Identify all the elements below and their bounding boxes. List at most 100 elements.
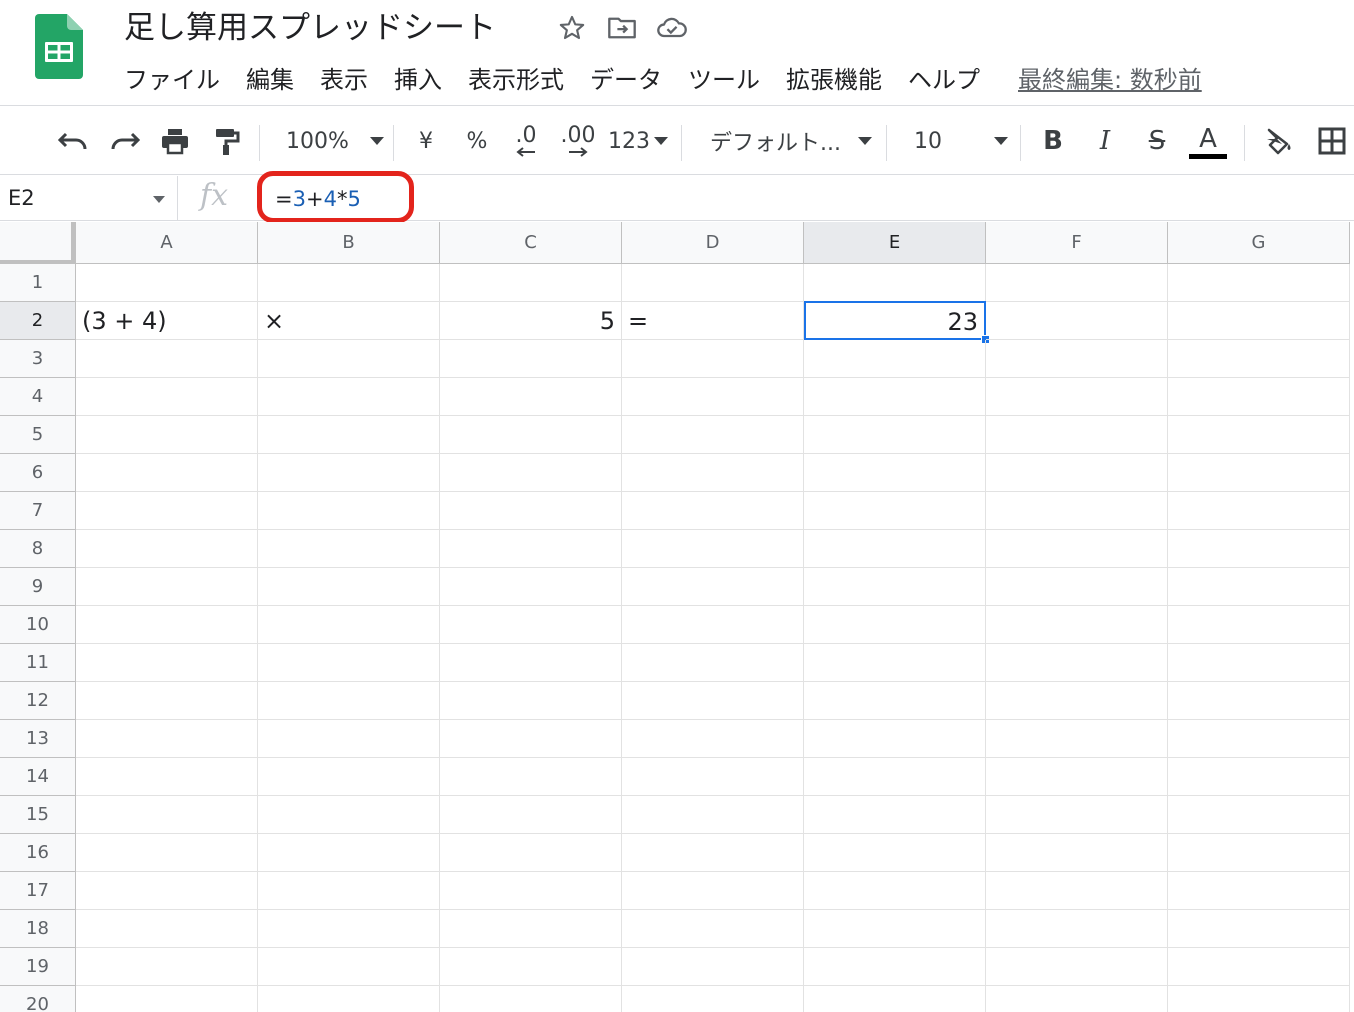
cell-g9[interactable]: [1168, 568, 1350, 606]
cell-a6[interactable]: [76, 454, 258, 492]
cell-e11[interactable]: [804, 644, 986, 682]
cell-d9[interactable]: [622, 568, 804, 606]
cell-f12[interactable]: [986, 682, 1168, 720]
cell-a9[interactable]: [76, 568, 258, 606]
cell-g17[interactable]: [1168, 872, 1350, 910]
cell-d18[interactable]: [622, 910, 804, 948]
cell-c6[interactable]: [440, 454, 622, 492]
last-edit-link[interactable]: 最終編集: 数秒前: [1018, 60, 1202, 100]
document-title[interactable]: 足し算用スプレッドシート: [124, 6, 496, 50]
menu-extensions[interactable]: 拡張機能: [786, 60, 882, 100]
cell-d16[interactable]: [622, 834, 804, 872]
cell-g13[interactable]: [1168, 720, 1350, 758]
cell-a10[interactable]: [76, 606, 258, 644]
cell-a4[interactable]: [76, 378, 258, 416]
borders-icon[interactable]: [1314, 121, 1350, 161]
cell-b3[interactable]: [258, 340, 440, 378]
row-header-11[interactable]: 11: [0, 644, 76, 682]
row-header-7[interactable]: 7: [0, 492, 76, 530]
cell-g5[interactable]: [1168, 416, 1350, 454]
cell-c20[interactable]: [440, 986, 622, 1012]
cell-g20[interactable]: [1168, 986, 1350, 1012]
select-all-corner[interactable]: [0, 222, 76, 264]
move-folder-icon[interactable]: [606, 12, 638, 44]
currency-format-button[interactable]: ¥: [410, 121, 442, 161]
cell-e12[interactable]: [804, 682, 986, 720]
cell-e17[interactable]: [804, 872, 986, 910]
cell-b9[interactable]: [258, 568, 440, 606]
cell-e18[interactable]: [804, 910, 986, 948]
menu-file[interactable]: ファイル: [124, 60, 220, 100]
row-header-20[interactable]: 20: [0, 986, 76, 1012]
font-family-select[interactable]: デフォルト...: [700, 121, 872, 161]
row-header-12[interactable]: 12: [0, 682, 76, 720]
cell-a20[interactable]: [76, 986, 258, 1012]
text-color-button[interactable]: A: [1188, 121, 1228, 161]
italic-button[interactable]: I: [1088, 121, 1122, 161]
cell-d14[interactable]: [622, 758, 804, 796]
row-header-17[interactable]: 17: [0, 872, 76, 910]
cell-e1[interactable]: [804, 264, 986, 302]
cell-b4[interactable]: [258, 378, 440, 416]
font-size-select[interactable]: 10: [904, 121, 1008, 161]
more-formats-button[interactable]: 123: [608, 121, 668, 161]
cell-c15[interactable]: [440, 796, 622, 834]
cell-g4[interactable]: [1168, 378, 1350, 416]
row-header-4[interactable]: 4: [0, 378, 76, 416]
cell-c11[interactable]: [440, 644, 622, 682]
menu-tools[interactable]: ツール: [688, 60, 760, 100]
cell-d7[interactable]: [622, 492, 804, 530]
percent-format-button[interactable]: %: [460, 121, 494, 161]
sheets-logo-icon[interactable]: [35, 14, 83, 79]
cell-c10[interactable]: [440, 606, 622, 644]
cell-a13[interactable]: [76, 720, 258, 758]
cell-a19[interactable]: [76, 948, 258, 986]
fill-color-icon[interactable]: [1260, 121, 1296, 161]
cell-f1[interactable]: [986, 264, 1168, 302]
cell-e10[interactable]: [804, 606, 986, 644]
cell-e6[interactable]: [804, 454, 986, 492]
cell-f13[interactable]: [986, 720, 1168, 758]
row-header-13[interactable]: 13: [0, 720, 76, 758]
cell-d5[interactable]: [622, 416, 804, 454]
strikethrough-button[interactable]: S: [1140, 121, 1174, 161]
row-header-16[interactable]: 16: [0, 834, 76, 872]
cell-f8[interactable]: [986, 530, 1168, 568]
cell-b12[interactable]: [258, 682, 440, 720]
cell-d1[interactable]: [622, 264, 804, 302]
cell-b11[interactable]: [258, 644, 440, 682]
row-header-1[interactable]: 1: [0, 264, 76, 302]
cell-c16[interactable]: [440, 834, 622, 872]
cell-f15[interactable]: [986, 796, 1168, 834]
cell-f6[interactable]: [986, 454, 1168, 492]
cell-c13[interactable]: [440, 720, 622, 758]
zoom-select[interactable]: 100%: [276, 121, 384, 161]
cell-b5[interactable]: [258, 416, 440, 454]
cell-f18[interactable]: [986, 910, 1168, 948]
cell-g3[interactable]: [1168, 340, 1350, 378]
cell-b10[interactable]: [258, 606, 440, 644]
cell-g6[interactable]: [1168, 454, 1350, 492]
cell-f16[interactable]: [986, 834, 1168, 872]
cell-f3[interactable]: [986, 340, 1168, 378]
column-header-f[interactable]: F: [986, 222, 1168, 264]
row-header-3[interactable]: 3: [0, 340, 76, 378]
cell-e16[interactable]: [804, 834, 986, 872]
row-header-8[interactable]: 8: [0, 530, 76, 568]
row-header-5[interactable]: 5: [0, 416, 76, 454]
cell-f11[interactable]: [986, 644, 1168, 682]
decrease-decimal-button[interactable]: .0: [506, 121, 546, 161]
cell-b16[interactable]: [258, 834, 440, 872]
column-header-c[interactable]: C: [440, 222, 622, 264]
column-header-b[interactable]: B: [258, 222, 440, 264]
cell-g7[interactable]: [1168, 492, 1350, 530]
cell-b14[interactable]: [258, 758, 440, 796]
cell-c2[interactable]: 5: [440, 302, 622, 340]
cell-f9[interactable]: [986, 568, 1168, 606]
cell-f7[interactable]: [986, 492, 1168, 530]
cell-g15[interactable]: [1168, 796, 1350, 834]
cell-f2[interactable]: [986, 302, 1168, 340]
cell-c1[interactable]: [440, 264, 622, 302]
cell-g11[interactable]: [1168, 644, 1350, 682]
cell-c5[interactable]: [440, 416, 622, 454]
